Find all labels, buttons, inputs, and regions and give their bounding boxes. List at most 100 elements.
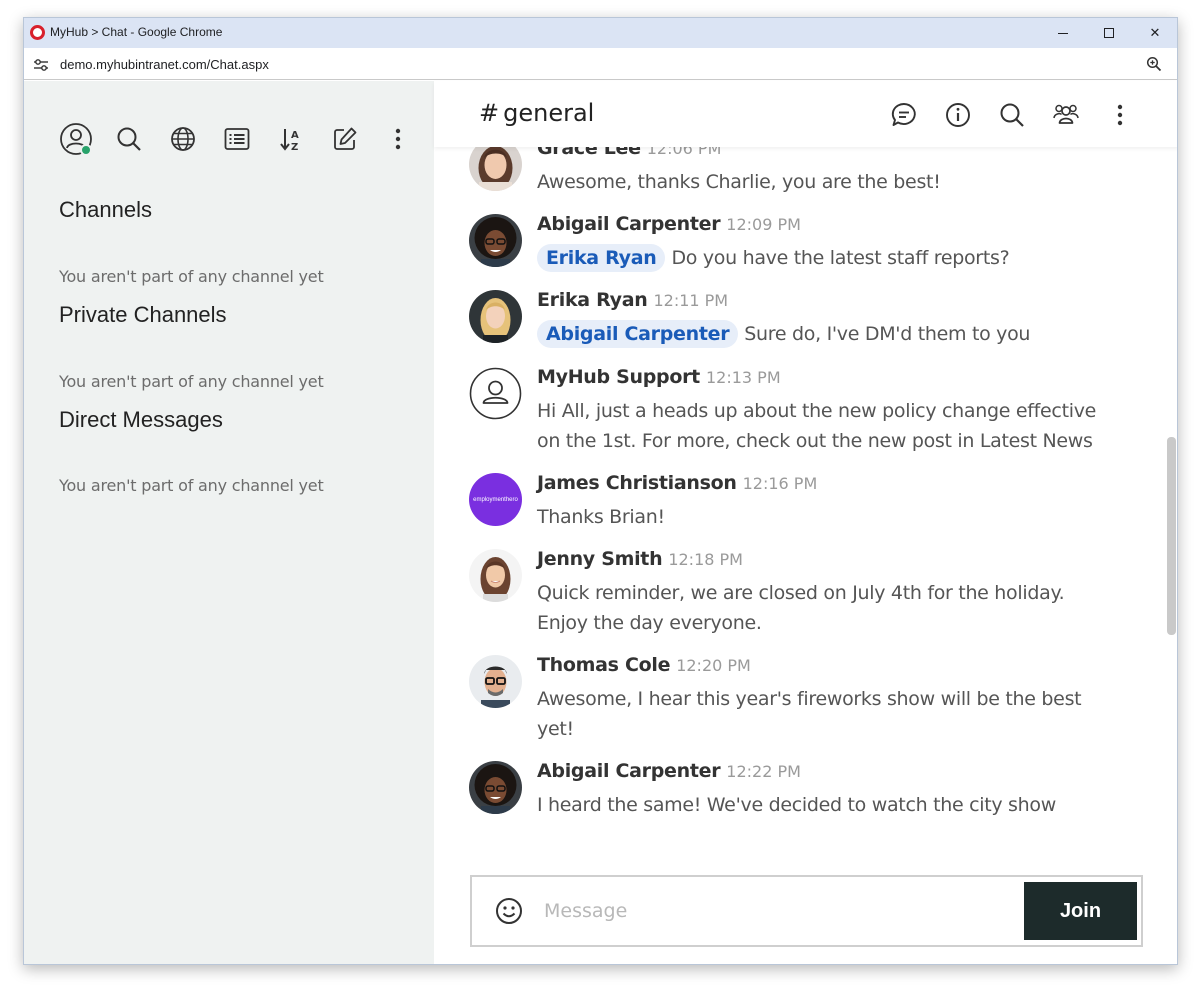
list-icon	[224, 128, 250, 150]
message-header: MyHub Support 12:13 PM	[537, 366, 781, 388]
browse-channels-button[interactable]	[163, 119, 203, 159]
message-time: 12:06 PM	[646, 147, 722, 158]
message-time: 12:11 PM	[653, 291, 729, 310]
scrollbar-thumb[interactable]	[1167, 437, 1176, 635]
message-author[interactable]: Abigail Carpenter	[537, 213, 721, 235]
close-icon: ✕	[1149, 25, 1161, 41]
mention-tag[interactable]: Abigail Carpenter	[537, 320, 739, 348]
message-author[interactable]: Abigail Carpenter	[537, 760, 721, 782]
avatar[interactable]	[469, 214, 522, 267]
message-time: 12:20 PM	[676, 656, 751, 675]
chat-main: # general Grace Lee 12:06 PM Awesome, th…	[434, 81, 1177, 964]
emoji-button[interactable]	[494, 896, 524, 926]
list-view-button[interactable]	[217, 119, 257, 159]
user-status-button[interactable]	[56, 119, 96, 159]
avatar[interactable]	[469, 655, 522, 708]
site-settings-icon[interactable]	[33, 57, 49, 76]
online-status-dot	[80, 144, 92, 156]
address-bar: demo.myhubintranet.com/Chat.aspx	[24, 48, 1177, 80]
message-time: 12:22 PM	[726, 762, 801, 781]
members-button[interactable]	[1046, 95, 1086, 135]
info-icon	[946, 103, 970, 127]
threads-button[interactable]	[884, 95, 924, 135]
message-text: I heard the same! We've decided to watch…	[537, 790, 1107, 820]
message-time: 12:16 PM	[742, 474, 818, 493]
message-text: Thanks Brian!	[537, 502, 1107, 532]
message-header: Erika Ryan 12:11 PM	[537, 289, 728, 311]
message-header: James Christianson 12:16 PM	[537, 472, 817, 494]
direct-messages-empty-text: You aren't part of any channel yet	[59, 476, 324, 495]
section-title-direct-messages: Direct Messages	[59, 407, 223, 432]
maximize-icon	[1104, 28, 1114, 38]
window-title: MyHub > Chat - Google Chrome	[50, 25, 223, 39]
message-body-text: Thanks Brian!	[537, 506, 665, 528]
channels-empty-text: You aren't part of any channel yet	[59, 267, 324, 286]
message-list[interactable]: Grace Lee 12:06 PM Awesome, thanks Charli…	[434, 147, 1177, 837]
hash-icon: #	[479, 99, 500, 127]
minimize-icon	[1058, 32, 1068, 34]
message-author[interactable]: MyHub Support	[537, 366, 700, 388]
title-bar: MyHub > Chat - Google Chrome ✕	[24, 18, 1177, 48]
message-body-text: Awesome, thanks Charlie, you are the bes…	[537, 171, 941, 193]
minimize-button[interactable]	[1040, 18, 1086, 48]
avatar[interactable]	[469, 147, 522, 191]
mention-tag[interactable]: Erika Ryan	[537, 244, 666, 272]
channel-name: general	[503, 99, 595, 127]
message-body-text: I heard the same! We've decided to watch…	[537, 794, 1056, 816]
channel-more-button[interactable]	[1100, 95, 1140, 135]
opera-logo-icon	[30, 25, 45, 40]
private-channels-empty-text: You aren't part of any channel yet	[59, 372, 324, 391]
avatar[interactable]	[469, 761, 522, 814]
message-header: Abigail Carpenter 12:09 PM	[537, 213, 801, 235]
message-header: Jenny Smith 12:18 PM	[537, 548, 743, 570]
members-icon	[1053, 104, 1079, 124]
message-time: 12:13 PM	[705, 368, 781, 387]
employment-hero-logo: employmenthero	[473, 496, 518, 503]
zoom-icon[interactable]	[1146, 56, 1162, 76]
maximize-button[interactable]	[1086, 18, 1132, 48]
message-text: Quick reminder, we are closed on July 4t…	[537, 578, 1107, 638]
channel-search-button[interactable]	[992, 95, 1032, 135]
avatar[interactable]	[469, 549, 522, 602]
message-author[interactable]: Jenny Smith	[537, 548, 663, 570]
compose-icon	[334, 127, 357, 150]
message-header: Grace Lee 12:06 PM	[537, 147, 721, 159]
avatar[interactable]: employmenthero	[469, 473, 522, 526]
avatar[interactable]	[469, 290, 522, 343]
message-author[interactable]: James Christianson	[537, 472, 737, 494]
message-author[interactable]: Grace Lee	[537, 147, 641, 159]
new-message-button[interactable]	[325, 119, 365, 159]
sort-button[interactable]: AZ	[271, 119, 311, 159]
browser-window: MyHub > Chat - Google Chrome ✕ demo.myhu…	[23, 17, 1178, 965]
message-text: Hi All, just a heads up about the new po…	[537, 396, 1107, 456]
message-header: Thomas Cole 12:20 PM	[537, 654, 751, 676]
person-outline-icon	[469, 367, 522, 420]
sidebar-search-button[interactable]	[109, 119, 149, 159]
message-text: Awesome, thanks Charlie, you are the bes…	[537, 167, 1107, 197]
message-author[interactable]: Erika Ryan	[537, 289, 648, 311]
svg-text:A: A	[291, 130, 299, 141]
threads-icon	[891, 103, 916, 126]
sidebar-more-button[interactable]	[378, 119, 418, 159]
message-body-text: Do you have the latest staff reports?	[671, 247, 1010, 269]
message-text: Abigail Carpenter Sure do, I've DM'd them…	[537, 319, 1107, 349]
message-input[interactable]	[544, 889, 1014, 933]
emoji-smile-icon	[496, 898, 522, 924]
join-button[interactable]: Join	[1024, 882, 1137, 940]
search-icon	[1000, 103, 1024, 127]
channel-header: # general	[434, 81, 1177, 147]
message-author[interactable]: Thomas Cole	[537, 654, 670, 676]
close-window-button[interactable]: ✕	[1132, 18, 1177, 48]
globe-icon	[171, 127, 195, 151]
chat-sidebar: AZ Channels You aren't part of any chann…	[24, 81, 434, 964]
message-body-text: Quick reminder, we are closed on July 4t…	[537, 582, 1065, 634]
section-title-private-channels: Private Channels	[59, 302, 227, 327]
avatar[interactable]	[469, 367, 522, 420]
message-text: Erika Ryan Do you have the latest staff r…	[537, 243, 1107, 273]
more-vertical-icon	[395, 128, 401, 150]
channel-info-button[interactable]	[938, 95, 978, 135]
url-field[interactable]: demo.myhubintranet.com/Chat.aspx	[60, 57, 269, 72]
search-icon	[117, 127, 141, 151]
more-vertical-icon	[1117, 104, 1123, 126]
message-time: 12:09 PM	[726, 215, 801, 234]
